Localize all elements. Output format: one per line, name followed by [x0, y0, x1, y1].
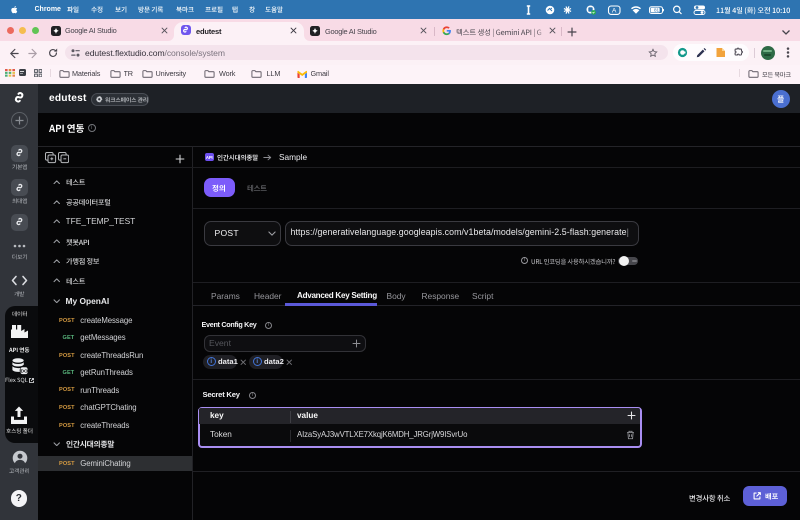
- svg-text:81: 81: [654, 7, 660, 12]
- svg-text:A: A: [612, 7, 617, 14]
- svg-text:DO: DO: [20, 368, 27, 374]
